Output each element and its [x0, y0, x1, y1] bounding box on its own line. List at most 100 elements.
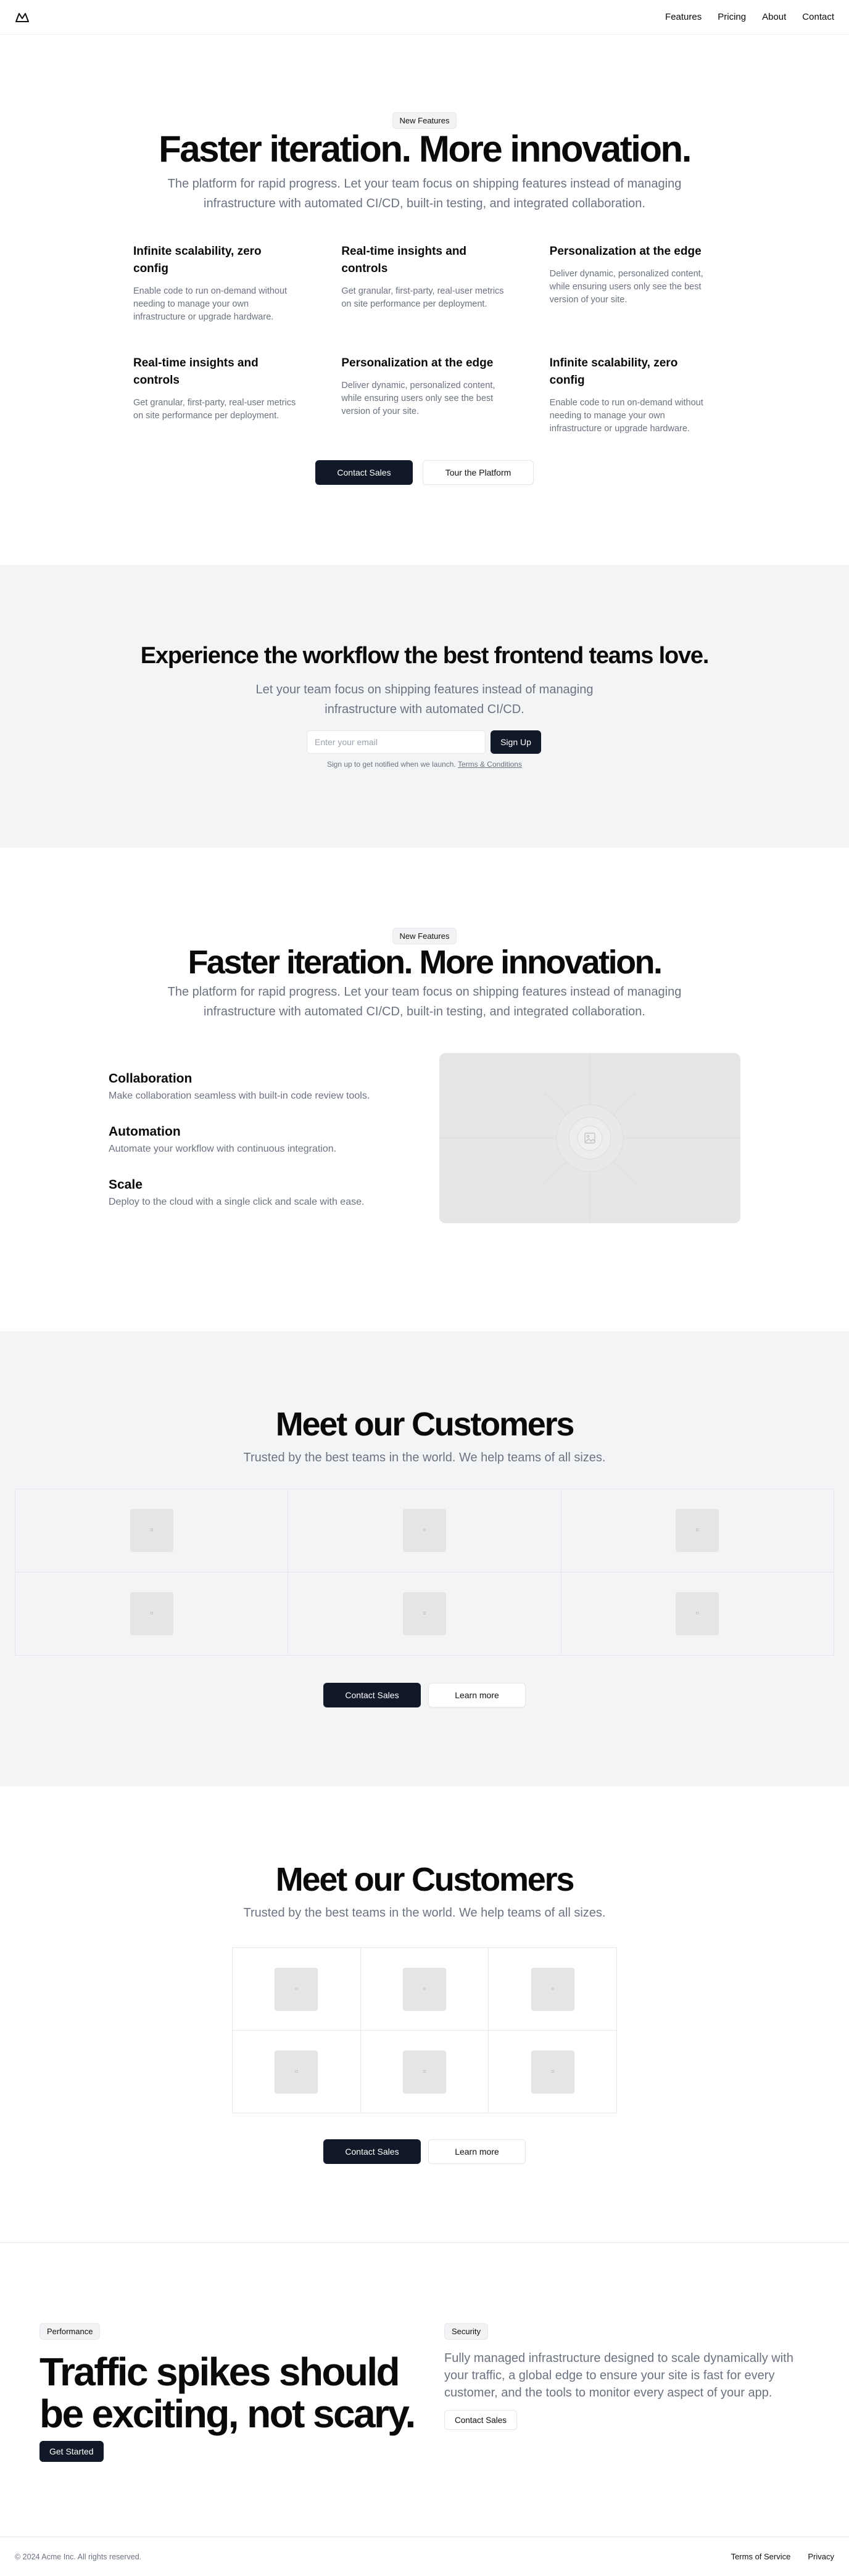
- feature-card: Real-time insights and controls Get gran…: [133, 355, 299, 436]
- performance-badge: Performance: [39, 2323, 101, 2340]
- customer-logo-cell: ▫: [360, 1948, 489, 2031]
- hero-section: New Features Faster iteration. More inno…: [0, 35, 849, 565]
- customers-section: Meet our Customers Trusted by the best t…: [0, 1331, 849, 1786]
- feature-list: Collaboration Make collaboration seamles…: [109, 1070, 417, 1229]
- image-placeholder-icon: [439, 1053, 740, 1223]
- customer-logo-icon: ▫: [531, 2050, 574, 2094]
- feature-body: Get granular, first-party, real-user met…: [341, 286, 504, 309]
- tour-platform-button[interactable]: Tour the Platform: [423, 460, 534, 485]
- customer-logo-icon: ▫: [275, 2050, 318, 2094]
- customers-cta-group: Contact Sales Learn more: [0, 2139, 849, 2164]
- customers-title: Meet our Customers: [275, 1861, 575, 1898]
- nav-link-about[interactable]: About: [762, 12, 786, 22]
- contact-sales-button[interactable]: Contact Sales: [315, 460, 413, 485]
- landing-page: Features Pricing About Contact New Featu…: [0, 0, 849, 2576]
- feature-item-title: Automation: [109, 1125, 181, 1139]
- customer-logo-icon: ▫: [130, 1592, 173, 1635]
- customers-section-compact: Meet our Customers Trusted by the best t…: [0, 1786, 849, 2243]
- customer-logo-cell: ▫: [15, 1572, 289, 1656]
- feature-item-body: Deploy to the cloud with a single click …: [109, 1197, 365, 1207]
- customer-logo-icon: ▫: [130, 1509, 173, 1552]
- customer-logo-cell: ▫: [561, 1572, 834, 1656]
- feature-card: Real-time insights and controls Get gran…: [341, 243, 507, 324]
- hero-cta-group: Contact Sales Tour the Platform: [0, 460, 849, 485]
- customer-logo-grid: ▫ ▫ ▫ ▫ ▫ ▫: [232, 1947, 617, 2113]
- customer-logo-cell: ▫: [489, 2031, 617, 2113]
- logo-icon[interactable]: [15, 9, 31, 25]
- signup-description: Let your team focus on shipping features…: [255, 683, 594, 716]
- top-nav: Features Pricing About Contact: [0, 0, 849, 35]
- feature-item: Scale Deploy to the cloud with a single …: [109, 1176, 417, 1210]
- customer-logo-icon: ▫: [402, 1509, 446, 1552]
- contact-sales-button[interactable]: Contact Sales: [323, 2139, 421, 2164]
- performance-column: Performance Traffic spikes should be exc…: [39, 2323, 422, 2462]
- hero-description: The platform for rapid progress. Let you…: [167, 177, 682, 210]
- feature-item-title: Scale: [109, 1178, 143, 1192]
- customer-logo-cell: ▫: [561, 1489, 834, 1572]
- email-input[interactable]: [307, 730, 486, 754]
- feature-item: Automation Automate your workflow with c…: [109, 1123, 417, 1157]
- customer-logo-icon: ▫: [531, 1967, 574, 2011]
- nav-link-features[interactable]: Features: [665, 12, 702, 22]
- get-started-button[interactable]: Get Started: [39, 2441, 104, 2462]
- terms-of-service-link[interactable]: Terms of Service: [731, 2552, 791, 2561]
- customer-logo-icon: ▫: [275, 1967, 318, 2011]
- feature-title: Personalization at the edge: [549, 245, 702, 258]
- customer-logo-icon: ▫: [402, 1592, 446, 1635]
- feature-item-body: Make collaboration seamless with built-i…: [109, 1091, 370, 1101]
- security-column: Security Fully managed infrastructure de…: [444, 2323, 814, 2430]
- features-description: The platform for rapid progress. Let you…: [167, 985, 682, 1018]
- signup-note-text: Sign up to get notified when we launch.: [327, 760, 456, 769]
- nav-link-contact[interactable]: Contact: [802, 12, 834, 22]
- footer: © 2024 Acme Inc. All rights reserved. Te…: [0, 2537, 849, 2576]
- customer-logo-cell: ▫: [233, 1948, 361, 2031]
- feature-title: Real-time insights and controls: [341, 245, 467, 275]
- contact-sales-button[interactable]: Contact Sales: [323, 1683, 421, 1707]
- contact-sales-button[interactable]: Contact Sales: [444, 2410, 518, 2430]
- feature-body: Enable code to run on-demand without nee…: [133, 286, 288, 322]
- security-description: Fully managed infrastructure designed to…: [444, 2351, 793, 2400]
- customer-logo-icon: ▫: [676, 1592, 719, 1635]
- feature-media-placeholder: [439, 1053, 740, 1223]
- sign-up-button[interactable]: Sign Up: [491, 730, 541, 754]
- customer-logo-cell: ▫: [15, 1489, 289, 1572]
- customer-logo-cell: ▫: [288, 1489, 561, 1572]
- feature-title: Infinite scalability, zero config: [549, 357, 678, 387]
- security-badge: Security: [444, 2323, 488, 2340]
- learn-more-button[interactable]: Learn more: [428, 2139, 526, 2164]
- customer-logo-grid: ▫ ▫ ▫ ▫ ▫ ▫: [15, 1488, 834, 1656]
- customers-cta-group: Contact Sales Learn more: [0, 1683, 849, 1707]
- feature-body: Enable code to run on-demand without nee…: [549, 398, 703, 434]
- performance-title: Traffic spikes should be exciting, not s…: [39, 2350, 416, 2436]
- feature-card: Personalization at the edge Deliver dyna…: [341, 355, 507, 436]
- feature-card: Infinite scalability, zero config Enable…: [133, 243, 299, 324]
- feature-title: Infinite scalability, zero config: [133, 245, 262, 275]
- features-title: Faster iteration. More innovation.: [188, 944, 663, 981]
- nav-links: Features Pricing About Contact: [665, 12, 834, 22]
- signup-section: Experience the workflow the best fronten…: [0, 565, 849, 848]
- customers-title: Meet our Customers: [275, 1406, 575, 1443]
- feature-item: Collaboration Make collaboration seamles…: [109, 1070, 417, 1104]
- customers-subtitle: Trusted by the best teams in the world. …: [243, 1451, 606, 1464]
- feature-item-body: Automate your workflow with continuous i…: [109, 1144, 337, 1154]
- features-section: New Features Faster iteration. More inno…: [0, 848, 849, 1331]
- signup-title: Experience the workflow the best fronten…: [140, 643, 710, 669]
- feature-body: Get granular, first-party, real-user met…: [133, 398, 296, 421]
- nav-link-pricing[interactable]: Pricing: [718, 12, 746, 22]
- feature-item-title: Collaboration: [109, 1071, 193, 1086]
- terms-link[interactable]: Terms & Conditions: [458, 760, 522, 769]
- feature-card: Personalization at the edge Deliver dyna…: [550, 243, 716, 324]
- signup-form: Sign Up: [307, 730, 541, 754]
- new-features-badge: New Features: [392, 112, 457, 129]
- customer-logo-cell: ▫: [233, 2031, 361, 2113]
- footer-links: Terms of Service Privacy: [731, 2552, 834, 2561]
- customer-logo-icon: ▫: [402, 1967, 446, 2011]
- customer-logo-cell: ▫: [288, 1572, 561, 1656]
- customer-logo-cell: ▫: [360, 2031, 489, 2113]
- feature-body: Deliver dynamic, personalized content, w…: [549, 269, 703, 305]
- customer-logo-icon: ▫: [676, 1509, 719, 1552]
- privacy-link[interactable]: Privacy: [808, 2552, 834, 2561]
- performance-section: Performance Traffic spikes should be exc…: [0, 2243, 849, 2537]
- learn-more-button[interactable]: Learn more: [428, 1683, 526, 1707]
- copyright-text: © 2024 Acme Inc. All rights reserved.: [15, 2552, 142, 2561]
